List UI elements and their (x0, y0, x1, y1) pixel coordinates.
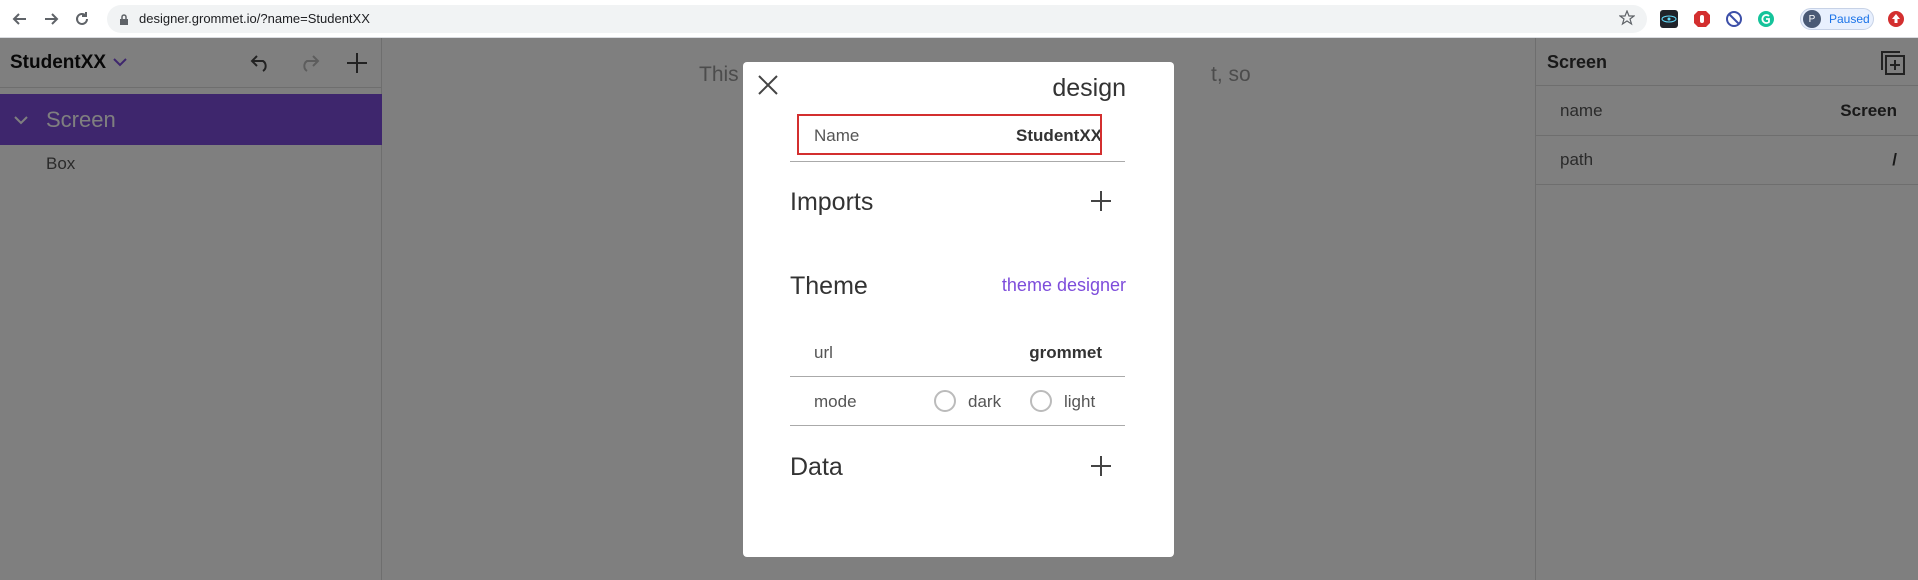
theme-url-field[interactable]: url grommet (790, 328, 1125, 377)
data-title: Data (790, 453, 843, 481)
dark-radio[interactable] (934, 390, 956, 412)
avatar: P (1803, 10, 1821, 28)
light-label[interactable]: light (1064, 392, 1095, 412)
url-value[interactable]: grommet (1029, 343, 1102, 363)
close-icon[interactable] (755, 72, 781, 98)
address-bar[interactable]: designer.grommet.io/?name=StudentXX (107, 5, 1647, 33)
star-icon[interactable] (1618, 9, 1636, 31)
theme-mode-field: mode dark light (790, 377, 1125, 426)
reload-icon[interactable] (70, 7, 94, 31)
theme-title: Theme (790, 272, 868, 300)
back-icon[interactable] (8, 7, 32, 31)
light-radio[interactable] (1030, 390, 1052, 412)
highlight-box (797, 114, 1102, 155)
dialog-title: design (1052, 74, 1126, 102)
browser-toolbar: designer.grommet.io/?name=StudentXX P Pa… (0, 0, 1918, 38)
profile-status: Paused (1829, 12, 1870, 26)
update-icon[interactable] (1886, 9, 1906, 29)
design-dialog: design Name StudentXX Imports Theme them… (743, 62, 1174, 557)
adblock-icon[interactable] (1692, 9, 1712, 29)
url-text: designer.grommet.io/?name=StudentXX (139, 11, 370, 26)
grammarly-icon[interactable] (1756, 9, 1776, 29)
mode-label: mode (814, 392, 857, 411)
lock-icon (119, 13, 129, 31)
add-data-button[interactable] (1088, 453, 1114, 479)
react-devtools-icon[interactable] (1659, 9, 1679, 29)
block-icon[interactable] (1724, 9, 1744, 29)
forward-icon[interactable] (39, 7, 63, 31)
imports-title: Imports (790, 188, 874, 216)
theme-designer-link[interactable]: theme designer (1002, 275, 1126, 296)
dark-label[interactable]: dark (968, 392, 1001, 412)
profile-button[interactable]: P Paused (1800, 8, 1874, 30)
add-import-button[interactable] (1088, 188, 1114, 214)
url-label: url (814, 343, 833, 362)
